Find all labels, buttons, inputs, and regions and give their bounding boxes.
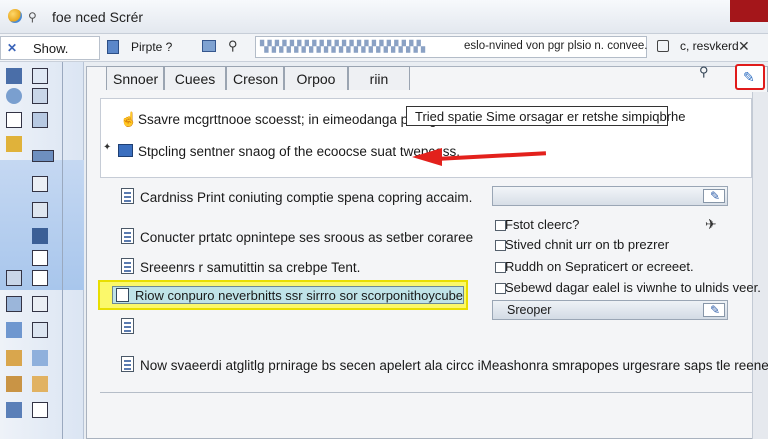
- app-logo-icon: [8, 9, 22, 23]
- sheet-icon[interactable]: [32, 270, 48, 286]
- pointer-icon: ☝: [120, 111, 138, 127]
- tab-snnoer[interactable]: Snnoer: [106, 66, 164, 90]
- sidebar-divider: [62, 62, 63, 439]
- highlighted-tool-button[interactable]: ✎: [735, 64, 765, 90]
- vertical-scrollbar[interactable]: [752, 92, 768, 439]
- tab-riin[interactable]: riin: [348, 66, 410, 90]
- callout-text: Tried spatie Sime orsagar er retshe simp…: [415, 109, 686, 124]
- tab-cuees[interactable]: Cuees: [164, 66, 226, 90]
- show-label: Show.: [33, 41, 69, 56]
- tab-bar: Snnoer Cuees Creson Orpoo riin: [100, 66, 410, 92]
- address-pattern: ▚▚▚▚▚▚▚▚▚▚▚▚▚▚▚▚▚▚▚▚▚▚: [260, 41, 425, 53]
- marker-icon: ✦: [103, 142, 112, 153]
- document-icon: [116, 288, 129, 302]
- person-icon[interactable]: ✈: [705, 216, 717, 233]
- document-icon: [121, 356, 134, 372]
- dropdown-button[interactable]: ✎: [703, 189, 725, 203]
- document-icon[interactable]: [107, 40, 119, 54]
- file-icon[interactable]: [6, 112, 22, 128]
- folder-icon[interactable]: [32, 176, 48, 192]
- dropdown-value: Sreoper: [507, 303, 552, 317]
- tab-creson[interactable]: Creson: [226, 66, 284, 90]
- option-dropdown-1[interactable]: ✎: [492, 186, 728, 206]
- pen-icon: ✎: [710, 303, 721, 317]
- toolbar-item-a[interactable]: Pirpte ?: [131, 40, 172, 54]
- note-icon[interactable]: [32, 402, 48, 418]
- crate-icon[interactable]: [32, 376, 48, 392]
- tab-orpoo[interactable]: Orpoo: [284, 66, 348, 90]
- close-x-icon[interactable]: ✕: [7, 41, 17, 55]
- document-icon: [121, 258, 134, 274]
- tile-icon[interactable]: [32, 322, 48, 338]
- dropdown-button[interactable]: ✎: [703, 303, 725, 317]
- grid-icon[interactable]: [6, 296, 22, 312]
- close-window-button[interactable]: [730, 0, 768, 22]
- list-item-2[interactable]: Conucter prtatc opnintepe ses sroous as …: [140, 230, 473, 245]
- document-icon: [121, 228, 134, 244]
- window-title: foe nced Scrér: [52, 9, 144, 25]
- highlighted-row-field[interactable]: Riow conpuro neverbnitts ssr sirrro sor …: [112, 286, 464, 304]
- close-icon[interactable]: ✕: [738, 38, 750, 55]
- option-dropdown-2[interactable]: Sreoper ✎: [492, 300, 728, 320]
- pin-icon[interactable]: ⚲: [28, 11, 40, 23]
- checkbox-1-label: Fstot cleerc?: [505, 217, 580, 232]
- tool-icon[interactable]: [32, 228, 48, 244]
- box-icon[interactable]: [6, 350, 22, 366]
- checkbox-3-label: Ruddh on Sepraticert or ecreeet.: [505, 259, 694, 274]
- computer-icon[interactable]: [6, 68, 22, 84]
- list-item-1[interactable]: Cardniss Print coniuting comptie spena c…: [140, 190, 472, 205]
- wrench-icon[interactable]: [6, 402, 22, 418]
- folder-icon[interactable]: [202, 40, 216, 52]
- annotation-arrow-head: [412, 148, 442, 166]
- list-item-3[interactable]: Sreeenrs r samutittin sa crebpe Tent.: [140, 260, 360, 275]
- address-bar[interactable]: ▚▚▚▚▚▚▚▚▚▚▚▚▚▚▚▚▚▚▚▚▚▚ eslo-nvined von p…: [255, 36, 647, 58]
- divider: [100, 392, 752, 393]
- show-dropdown[interactable]: ✕ Show.: [0, 36, 100, 60]
- package-icon[interactable]: [6, 376, 22, 392]
- toolbar-item-d[interactable]: c, resvkerd: [680, 39, 739, 53]
- stack-icon[interactable]: [6, 270, 22, 286]
- address-text: eslo-nvined von pgr plsio n. convee.: [464, 40, 648, 52]
- highlighted-row-text: Riow conpuro neverbnitts ssr sirrro sor …: [135, 288, 464, 303]
- pin-tool-icon[interactable]: ⚲: [699, 64, 715, 80]
- monitor-icon: [118, 144, 133, 157]
- document-icon[interactable]: [32, 88, 48, 104]
- document-icon: [121, 318, 134, 334]
- globe-icon[interactable]: [6, 88, 22, 104]
- pen-icon: ✎: [743, 69, 755, 85]
- list-icon[interactable]: [32, 112, 48, 128]
- tooltip-callout: Tried spatie Sime orsagar er retshe simp…: [406, 106, 685, 126]
- pin-tool-icon[interactable]: ⚲: [228, 39, 240, 53]
- document-icon: [121, 188, 134, 204]
- network-icon[interactable]: [32, 296, 48, 312]
- page-icon[interactable]: [32, 250, 48, 266]
- window-icon[interactable]: [657, 40, 669, 52]
- arrow-icon[interactable]: [32, 350, 48, 366]
- checkbox-2-label: Stived chnit urr on tb prezrer: [505, 237, 670, 252]
- server-icon[interactable]: [32, 202, 48, 218]
- list-item-6[interactable]: Now svaeerdi atglitlg prnirage bs secen …: [140, 358, 768, 373]
- star-icon[interactable]: [6, 136, 22, 152]
- drive-icon[interactable]: [32, 150, 54, 162]
- window-icon[interactable]: [32, 68, 48, 84]
- share-icon[interactable]: [6, 322, 22, 338]
- checkbox-4-label: Sebewd dagar ealel is viwnhe to ulnids v…: [505, 280, 761, 295]
- pen-icon: ✎: [710, 189, 721, 203]
